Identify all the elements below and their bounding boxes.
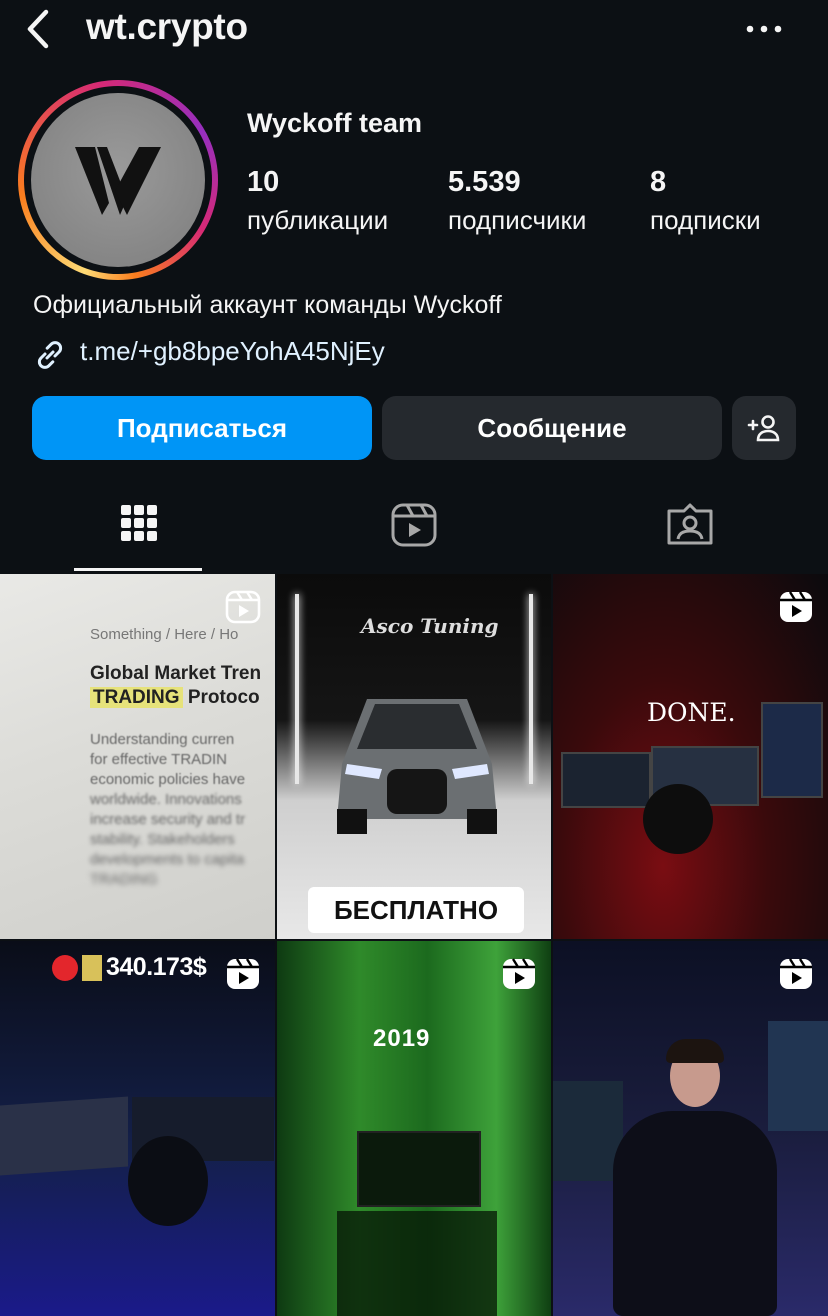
post-tile-6[interactable] — [553, 941, 828, 1316]
monitor — [0, 1096, 128, 1176]
post-1-highlight: TRADING — [90, 687, 183, 708]
post-1-body-line: stability. Stakeholders — [90, 831, 235, 848]
chevron-left-icon — [27, 9, 49, 49]
reel-badge-icon — [780, 591, 812, 622]
person-body — [613, 1111, 777, 1316]
c-badge — [52, 955, 78, 981]
link-icon — [33, 338, 67, 372]
person-silhouette — [643, 784, 713, 854]
money-icon — [82, 955, 102, 981]
back-button[interactable] — [22, 8, 56, 50]
post-1-text-line: Something / Here / Ho — [90, 626, 239, 643]
followers-count[interactable]: 5.539 — [448, 166, 521, 199]
tagged-person-icon — [667, 503, 713, 545]
post-1-body-line: economic policies have — [90, 771, 246, 788]
post-1-body: Understanding curren for effective TRADI… — [90, 730, 245, 890]
wyckoff-logo-icon — [75, 147, 161, 215]
suggest-users-button[interactable] — [732, 396, 796, 460]
post-tile-1[interactable]: Something / Here / Ho Global Market Tren… — [0, 574, 275, 939]
post-1-body-line: for effective TRADIN — [90, 751, 227, 768]
post-1-body-line: developments to capita — [90, 851, 245, 868]
post-tile-4[interactable]: 340.173$ — [0, 941, 275, 1316]
monitor — [357, 1131, 481, 1207]
post-1-protocol: Protoco — [182, 687, 260, 708]
profile-bio: Официальный аккаунт команды Wyckoff — [33, 291, 502, 319]
post-3-title: DONE. — [647, 698, 736, 727]
post-1-heading: Global Market Tren — [90, 663, 262, 684]
light-strip — [529, 594, 533, 784]
add-person-icon — [747, 415, 780, 442]
desk — [337, 1211, 497, 1316]
post-tile-3[interactable]: DONE. — [553, 574, 828, 939]
tab-grid[interactable] — [74, 495, 204, 571]
reel-badge-icon — [225, 590, 261, 624]
person-hair — [666, 1039, 724, 1063]
post-1-body-line: Understanding curren — [90, 731, 235, 748]
post-1-body-line: TRADING — [90, 871, 158, 888]
following-count[interactable]: 8 — [650, 166, 666, 199]
monitor — [561, 752, 651, 808]
post-2-title: Asco Tuning — [361, 614, 499, 638]
monitor — [768, 1021, 828, 1131]
post-4-caption: 340.173$ — [106, 953, 207, 981]
post-1-body-line: increase security and tr — [90, 811, 246, 828]
more-options-button[interactable] — [740, 8, 790, 48]
car-image — [337, 699, 497, 834]
reels-icon — [391, 503, 437, 547]
message-button[interactable]: Сообщение — [382, 396, 722, 460]
post-2-caption: БЕСПЛАТНО — [308, 887, 524, 933]
profile-username: wt.crypto — [86, 6, 248, 47]
post-tile-2[interactable]: Asco Tuning БЕСПЛАТНО — [277, 574, 551, 939]
active-tab-indicator — [74, 568, 202, 571]
post-5-title: 2019 — [373, 1025, 431, 1052]
profile-full-name: Wyckoff team — [247, 108, 423, 138]
following-label[interactable]: подписки — [650, 205, 761, 236]
monitor — [761, 702, 823, 798]
reel-badge-icon — [780, 958, 812, 989]
follow-button[interactable]: Подписаться — [32, 396, 372, 460]
person-silhouette — [128, 1136, 208, 1226]
tab-reels[interactable] — [349, 495, 479, 571]
avatar[interactable] — [31, 93, 205, 267]
profile-link[interactable]: t.me/+gb8bpeYohA45NjEy — [80, 336, 385, 367]
posts-label: публикации — [247, 205, 389, 235]
post-1-subheading: TRADING Protoco — [90, 687, 260, 709]
reel-badge-icon — [227, 958, 259, 989]
light-strip — [295, 594, 299, 784]
reel-badge-icon — [503, 958, 535, 989]
followers-label[interactable]: подписчики — [448, 205, 586, 236]
tab-tagged[interactable] — [625, 495, 755, 571]
grid-icon — [121, 505, 157, 541]
post-1-body-line: worldwide. Innovations — [90, 791, 242, 808]
more-horizontal-icon — [746, 25, 782, 33]
post-tile-5[interactable]: 2019 — [277, 941, 551, 1316]
posts-count: 10 — [247, 166, 280, 198]
